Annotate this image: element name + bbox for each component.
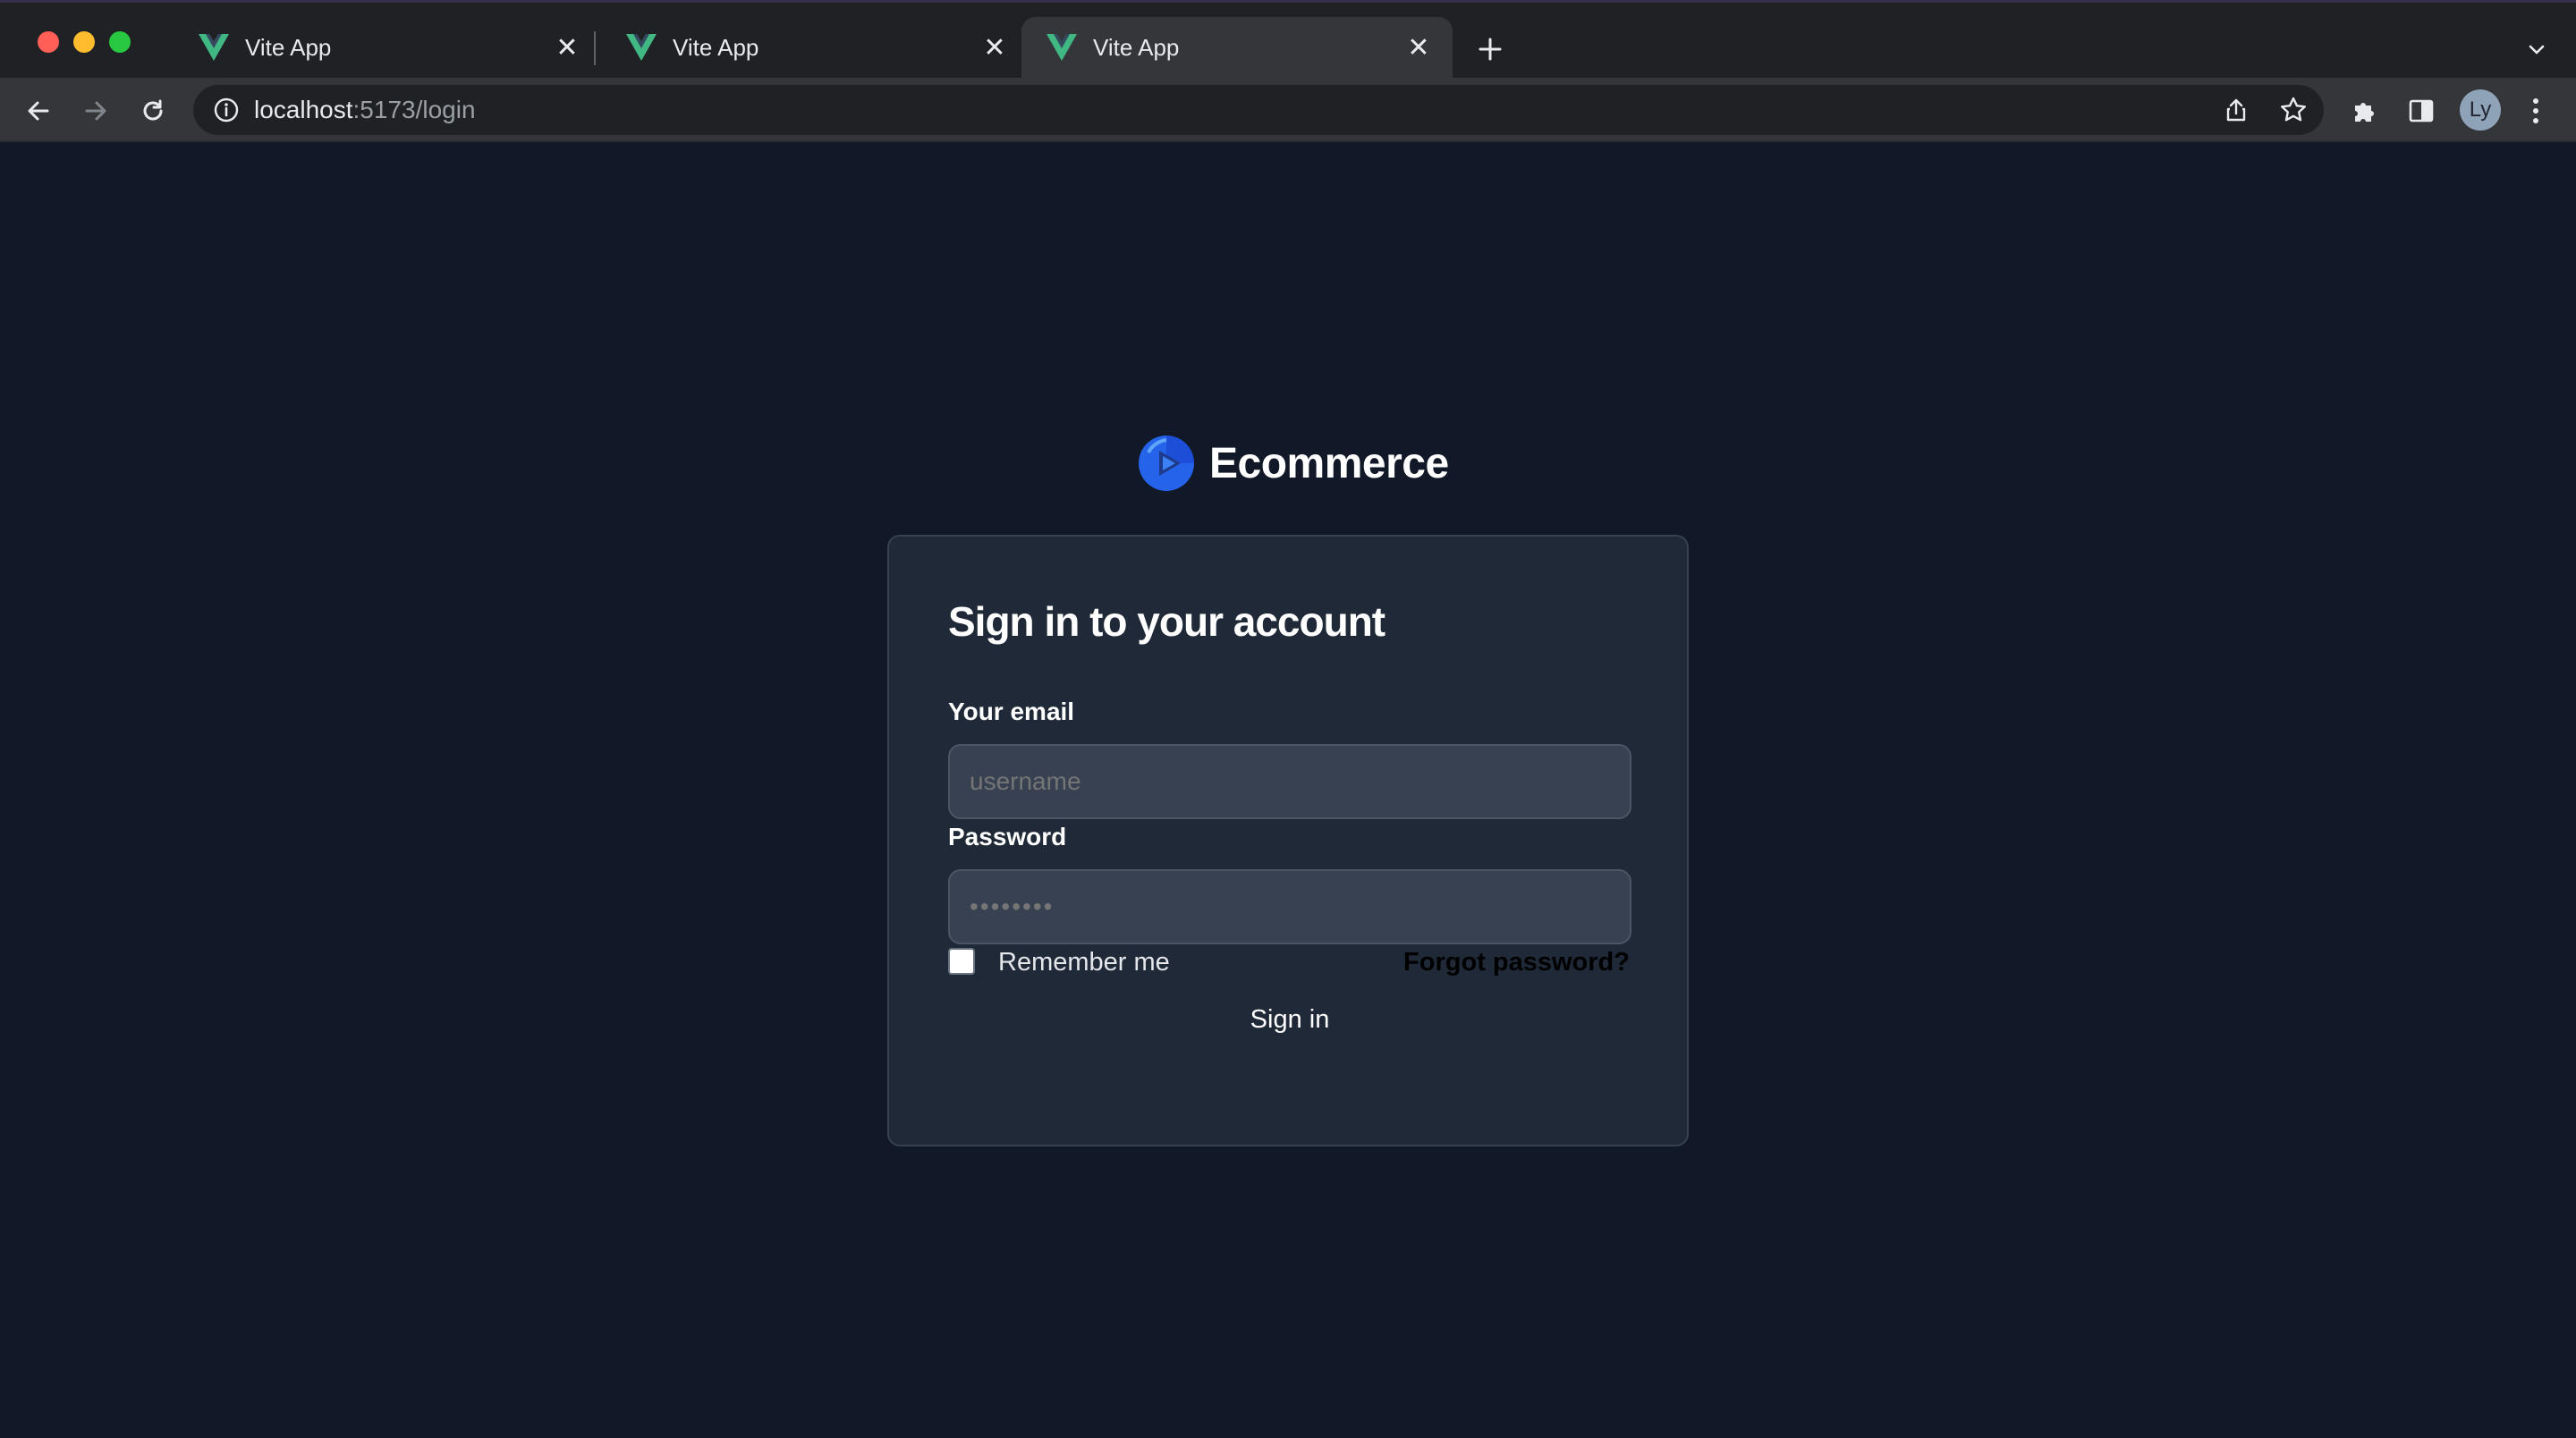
arrow-left-icon	[28, 101, 49, 121]
vue-icon	[626, 34, 657, 61]
vue-icon	[1046, 34, 1077, 61]
side-panel-icon	[2409, 99, 2434, 123]
password-field[interactable]	[948, 869, 1631, 944]
browser-tab[interactable]: Vite App ✕	[174, 17, 601, 78]
url-host: localhost	[254, 96, 353, 123]
brand-header[interactable]: Ecommerce	[1138, 435, 1449, 492]
browser-toolbar: localhost:5173/login Ly	[0, 78, 2576, 142]
tab-title: Vite App	[245, 33, 332, 61]
tab-divider	[594, 31, 596, 65]
reload-button[interactable]	[132, 90, 174, 131]
chevron-down-icon	[2529, 45, 2545, 55]
tab-search-button[interactable]	[2519, 31, 2555, 67]
url-path: :5173/login	[352, 96, 476, 123]
sign-in-button[interactable]: Sign in	[948, 996, 1631, 1043]
profile-avatar[interactable]: Ly	[2460, 89, 2501, 131]
browser-tab-active[interactable]: Vite App ✕	[1021, 17, 1453, 78]
page-title: Sign in to your account	[948, 598, 1385, 645]
star-icon[interactable]	[2275, 92, 2311, 128]
email-label: Your email	[948, 698, 1075, 725]
password-label: Password	[948, 823, 1067, 850]
new-tab-button[interactable]	[1470, 30, 1510, 69]
remember-me-checkbox[interactable]	[948, 948, 975, 975]
close-icon[interactable]: ✕	[977, 30, 1013, 65]
plus-icon	[1479, 38, 1502, 61]
address-bar[interactable]: localhost:5173/login	[193, 85, 2324, 135]
email-field[interactable]	[948, 744, 1631, 819]
forward-button[interactable]	[75, 90, 116, 131]
back-button[interactable]	[18, 90, 59, 131]
side-panel-button[interactable]	[2401, 90, 2442, 131]
url-text: localhost:5173/login	[254, 96, 476, 124]
window-minimize-button[interactable]	[73, 31, 95, 53]
forgot-password-link[interactable]: Forgot password?	[1403, 948, 1630, 977]
tab-title: Vite App	[1093, 33, 1180, 61]
close-icon[interactable]: ✕	[549, 30, 585, 65]
window-maximize-button[interactable]	[109, 31, 131, 53]
browser-menu-button[interactable]	[2515, 90, 2556, 131]
ecommerce-logo-icon	[1139, 436, 1194, 491]
window-close-button[interactable]	[38, 31, 59, 53]
close-icon[interactable]: ✕	[1401, 30, 1436, 65]
info-icon[interactable]	[211, 95, 242, 125]
vue-icon	[199, 34, 229, 61]
arrow-right-icon	[85, 101, 106, 121]
remember-me-label[interactable]: Remember me	[998, 948, 1170, 977]
share-icon[interactable]	[2218, 92, 2254, 128]
browser-tab[interactable]: Vite App ✕	[601, 17, 1029, 78]
puzzle-icon	[2355, 103, 2374, 122]
reload-icon	[143, 99, 163, 121]
login-card: Sign in to your account Your email Passw…	[887, 535, 1689, 1146]
brand-name: Ecommerce	[1209, 439, 1449, 487]
login-page: Ecommerce Sign in to your account Your e…	[0, 143, 2576, 1438]
extensions-button[interactable]	[2343, 90, 2385, 131]
browser-tab-strip: Vite App ✕ Vite App ✕ Vite App ✕	[0, 0, 2576, 78]
tab-title: Vite App	[673, 33, 759, 61]
more-vert-icon	[2533, 98, 2538, 123]
